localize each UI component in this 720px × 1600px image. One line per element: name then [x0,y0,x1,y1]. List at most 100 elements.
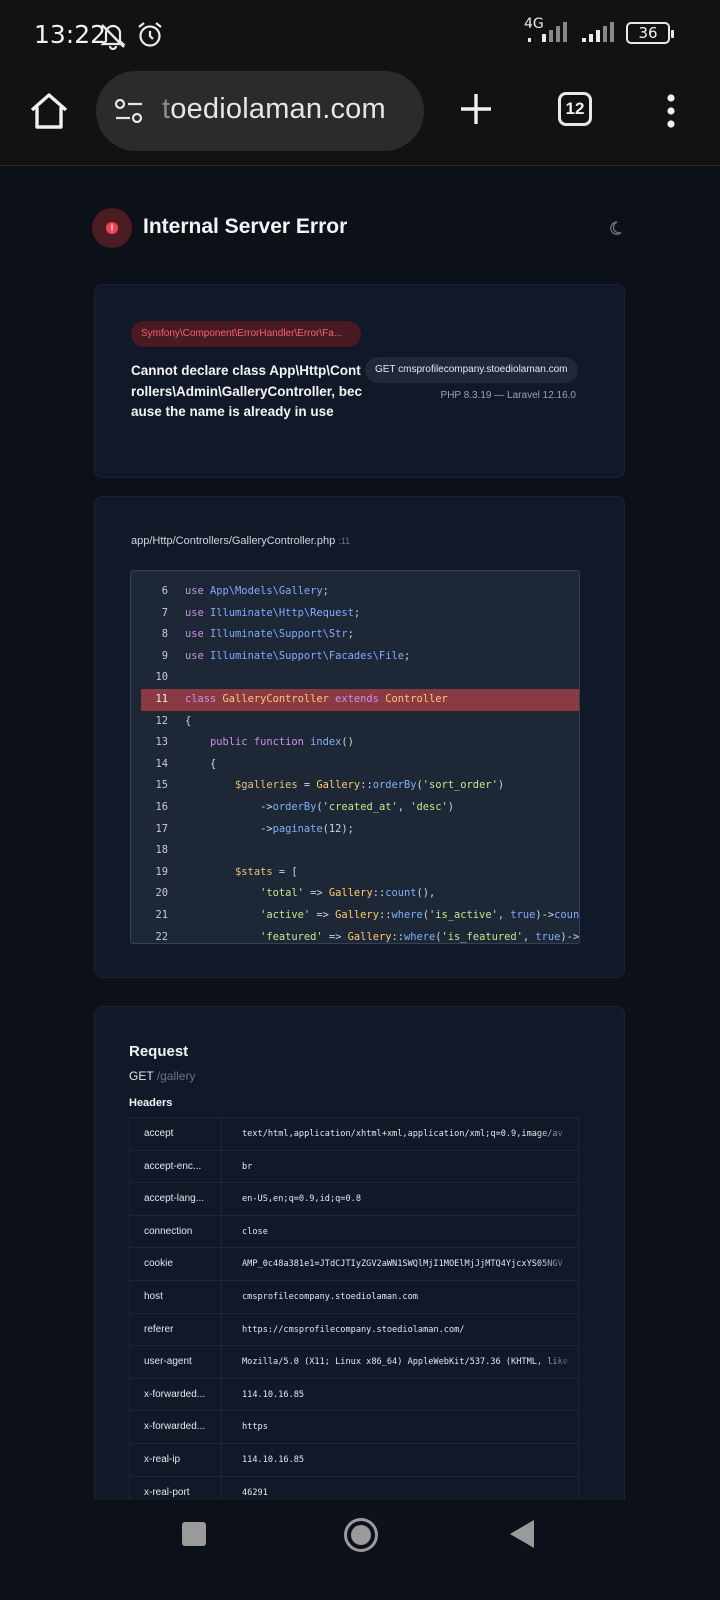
code-line-number: 22 [155,930,168,943]
plus-icon[interactable] [458,91,494,127]
recents-square-icon[interactable] [182,1522,206,1546]
header-key: x-forwarded... [130,1411,222,1444]
page-content[interactable]: ! Internal Server Error Symfony\Componen… [0,166,720,1526]
code-line: 21 'active' => Gallery::where('is_active… [131,905,579,927]
request-url-badge: GET cmsprofilecompany.stoediolaman.com [365,357,578,383]
code-token: 'sort_order' [422,779,498,792]
status-bar: 13:22 4G 36 [0,0,720,64]
header-key: cookie [130,1248,222,1281]
exception-card: Symfony\Component\ErrorHandler\Error\Fa.… [94,284,625,478]
code-token: , [397,800,411,813]
code-line-source: $galleries = Gallery::orderBy('sort_orde… [185,775,504,797]
code-line-source: use Illuminate\Support\Facades\File; [185,646,410,668]
code-token: => [322,930,348,943]
code-token: , [497,908,511,921]
code-line-number: 7 [161,606,168,619]
code-line-source: use App\Models\Gallery; [185,581,329,603]
code-token: ) [447,800,455,813]
home-circle-icon[interactable] [344,1518,378,1552]
code-line-source: 'active' => Gallery::where('is_active', … [185,905,580,927]
signal-icon [582,22,614,42]
code-line-number: 10 [155,671,168,684]
page-title: Internal Server Error [143,215,348,238]
header-row: x-real-ip 114.10.16.85 [130,1443,578,1477]
error-header: ! Internal Server Error [92,208,626,248]
back-triangle-icon[interactable] [510,1520,534,1548]
code-snippet[interactable]: 6 use App\Models\Gallery; 7 use Illuminate\… [130,570,580,944]
tabs-icon[interactable]: 12 [558,92,592,126]
code-token: 'is_active' [429,908,498,921]
code-line-source: { [185,711,191,733]
code-line: 10 [131,667,579,689]
more-vert-icon[interactable] [665,93,677,129]
code-token: Gallery [328,887,373,900]
code-line-source: 'featured' => Gallery::where('is_feature… [185,927,580,944]
code-line-number: 9 [161,649,168,662]
header-key: accept-enc... [130,1150,222,1184]
header-row: host cmsprofilecompany.stoediolaman.com [130,1280,578,1314]
code-token: = [297,779,317,792]
code-line-number: 19 [155,865,168,878]
code-token: ; [322,585,329,597]
code-line-source: ->orderBy('created_at', 'desc') [185,797,454,819]
code-token: Controller [385,692,448,705]
code-token: ; [347,628,354,641]
moon-icon[interactable] [610,220,626,236]
code-token: 'created_at' [322,800,398,813]
header-value: close [242,1226,268,1237]
signal-4g-icon: 4G [524,16,570,46]
code-token: (12); [322,822,354,835]
file-path[interactable]: app/Http/Controllers/GalleryController.p… [131,535,350,547]
battery-icon: 36 [626,22,674,44]
code-token: GalleryController [222,692,336,705]
exception-class-badge[interactable]: Symfony\Component\ErrorHandler\Error\Fa.… [131,321,361,347]
header-key: accept-lang... [130,1183,222,1216]
url-rest: oediolaman.com [170,93,386,125]
header-key: accept [130,1118,222,1151]
code-line-number: 14 [155,757,168,770]
code-token: co [579,931,580,943]
home-icon[interactable] [28,90,70,132]
header-row: accept text/html,application/xhtml+xml,ap… [130,1118,578,1151]
header-key: referer [130,1313,222,1347]
code-token: 'is_featured' [441,930,523,943]
code-line-number: 8 [161,628,168,641]
code-token: :: [378,908,392,921]
code-token: $galleries [235,779,298,792]
code-line: 15 $galleries = Gallery::orderBy('sort_o… [131,775,579,797]
header-key: host [130,1280,222,1314]
code-token: ) [497,779,505,792]
site-settings-icon[interactable] [114,99,144,123]
code-line: 7 use Illuminate\Http\Request; [131,603,579,625]
url-text[interactable]: toediolaman.com [162,93,386,126]
code-token: () [341,736,354,749]
header-key: x-forwarded... [130,1378,222,1412]
address-bar[interactable]: toediolaman.com [96,71,424,151]
code-token: Illuminate\Support\Facades\File [210,649,404,662]
alert-icon: ! [106,222,118,234]
header-row: connection close [130,1215,578,1249]
code-token: ; [353,606,361,619]
header-value: en-US,en;q=0.9,id;q=0.8 [242,1194,361,1205]
code-token: count [554,908,580,921]
code-token: )-> [535,908,555,921]
version-info: PHP 8.3.19 — Laravel 12.16.0 [440,390,576,401]
code-token: use [185,606,211,619]
code-token: $stats [235,865,273,878]
code-line: 22 'featured' => Gallery::where('is_feat… [131,927,580,944]
code-line-highlighted: 11 class GalleryController extends Contro… [141,688,579,711]
code-line-source: 'total' => Gallery::count(), [185,883,435,905]
code-token: count [385,887,417,900]
code-token: App\Models\Gallery [210,585,323,597]
code-token: { [185,757,217,770]
request-card: Request GET /gallery Headers accept text/… [94,1006,625,1526]
code-line-number: 13 [155,736,168,749]
request-heading: Request [129,1043,189,1060]
code-token: 'featured' [260,930,323,943]
status-time: 13:22 [34,20,107,49]
header-row: x-forwarded... 114.10.16.85 [130,1378,578,1412]
code-token: orderBy [372,779,417,792]
code-token: 'desc' [410,800,448,813]
